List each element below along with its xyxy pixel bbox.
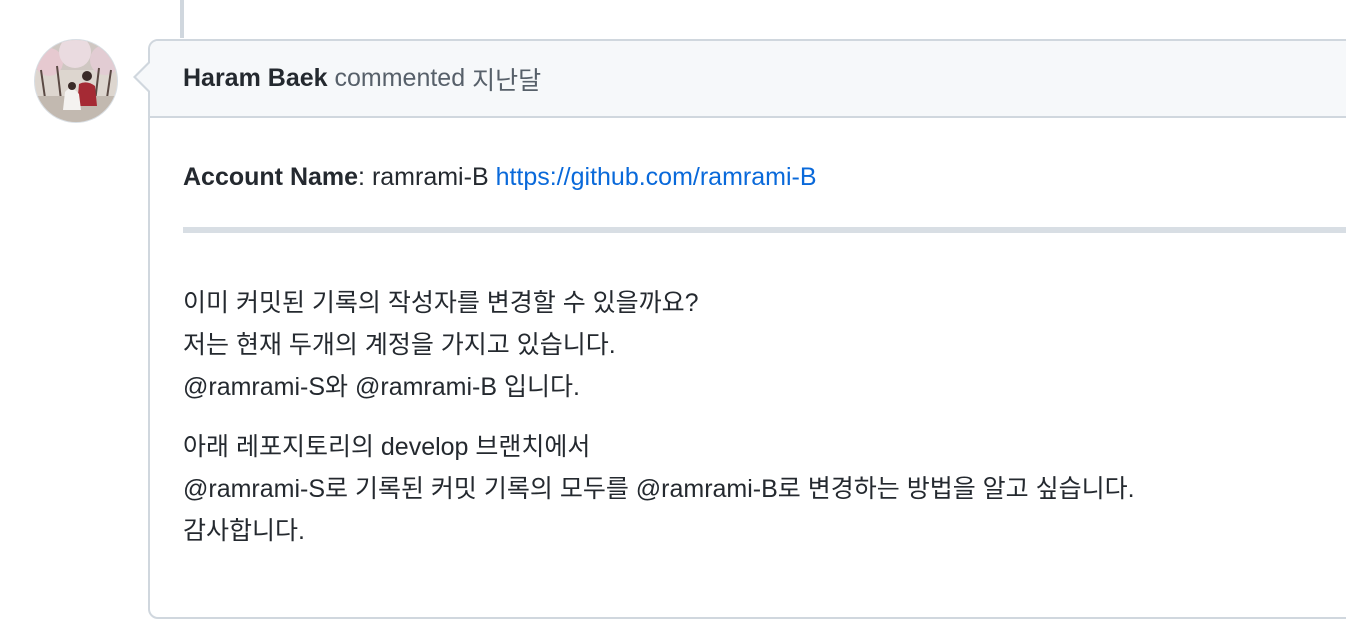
account-value: ramrami-B <box>371 163 489 191</box>
user-avatar[interactable] <box>34 39 118 123</box>
comment-line: 이미 커밋된 기록의 작성자를 변경할 수 있을까요? <box>183 289 699 317</box>
comment-body: Account Name: ramrami-B https://github.c… <box>150 118 1346 552</box>
avatar-photo-icon <box>35 40 117 122</box>
account-profile-link[interactable]: https://github.com/ramrami-B <box>496 163 817 191</box>
comment-author-link[interactable]: Haram Baek <box>183 64 328 93</box>
account-line: Account Name: ramrami-B https://github.c… <box>183 156 1346 198</box>
comment-caret-fill <box>136 63 150 91</box>
comment-line: 저는 현재 두개의 계정을 가지고 있습니다. <box>183 331 616 359</box>
account-label: Account Name <box>183 163 359 191</box>
comment-action-text: commented <box>334 64 466 92</box>
horizontal-rule <box>183 227 1346 233</box>
comment-paragraph: 아래 레포지토리의 develop 브랜치에서 @ramrami-S로 기록된 … <box>183 426 1346 552</box>
timeline-connector <box>180 0 184 38</box>
account-colon: : <box>358 163 365 191</box>
comment-timestamp-link[interactable]: 지난달 <box>472 61 541 97</box>
comment-line: @ramrami-S와 @ramrami-B 입니다. <box>183 373 580 401</box>
comment-paragraph: 이미 커밋된 기록의 작성자를 변경할 수 있을까요? 저는 현재 두개의 계정… <box>183 282 1346 408</box>
comment-header: Haram Baek commented 지난달 <box>150 41 1346 118</box>
comment-line: @ramrami-S로 기록된 커밋 기록의 모두를 @ramrami-B로 변… <box>183 475 1135 503</box>
comment-line: 아래 레포지토리의 develop 브랜치에서 <box>183 433 591 461</box>
comment-line: 감사합니다. <box>183 517 305 545</box>
issue-comment: Haram Baek commented 지난달 Account Name: r… <box>148 39 1346 619</box>
